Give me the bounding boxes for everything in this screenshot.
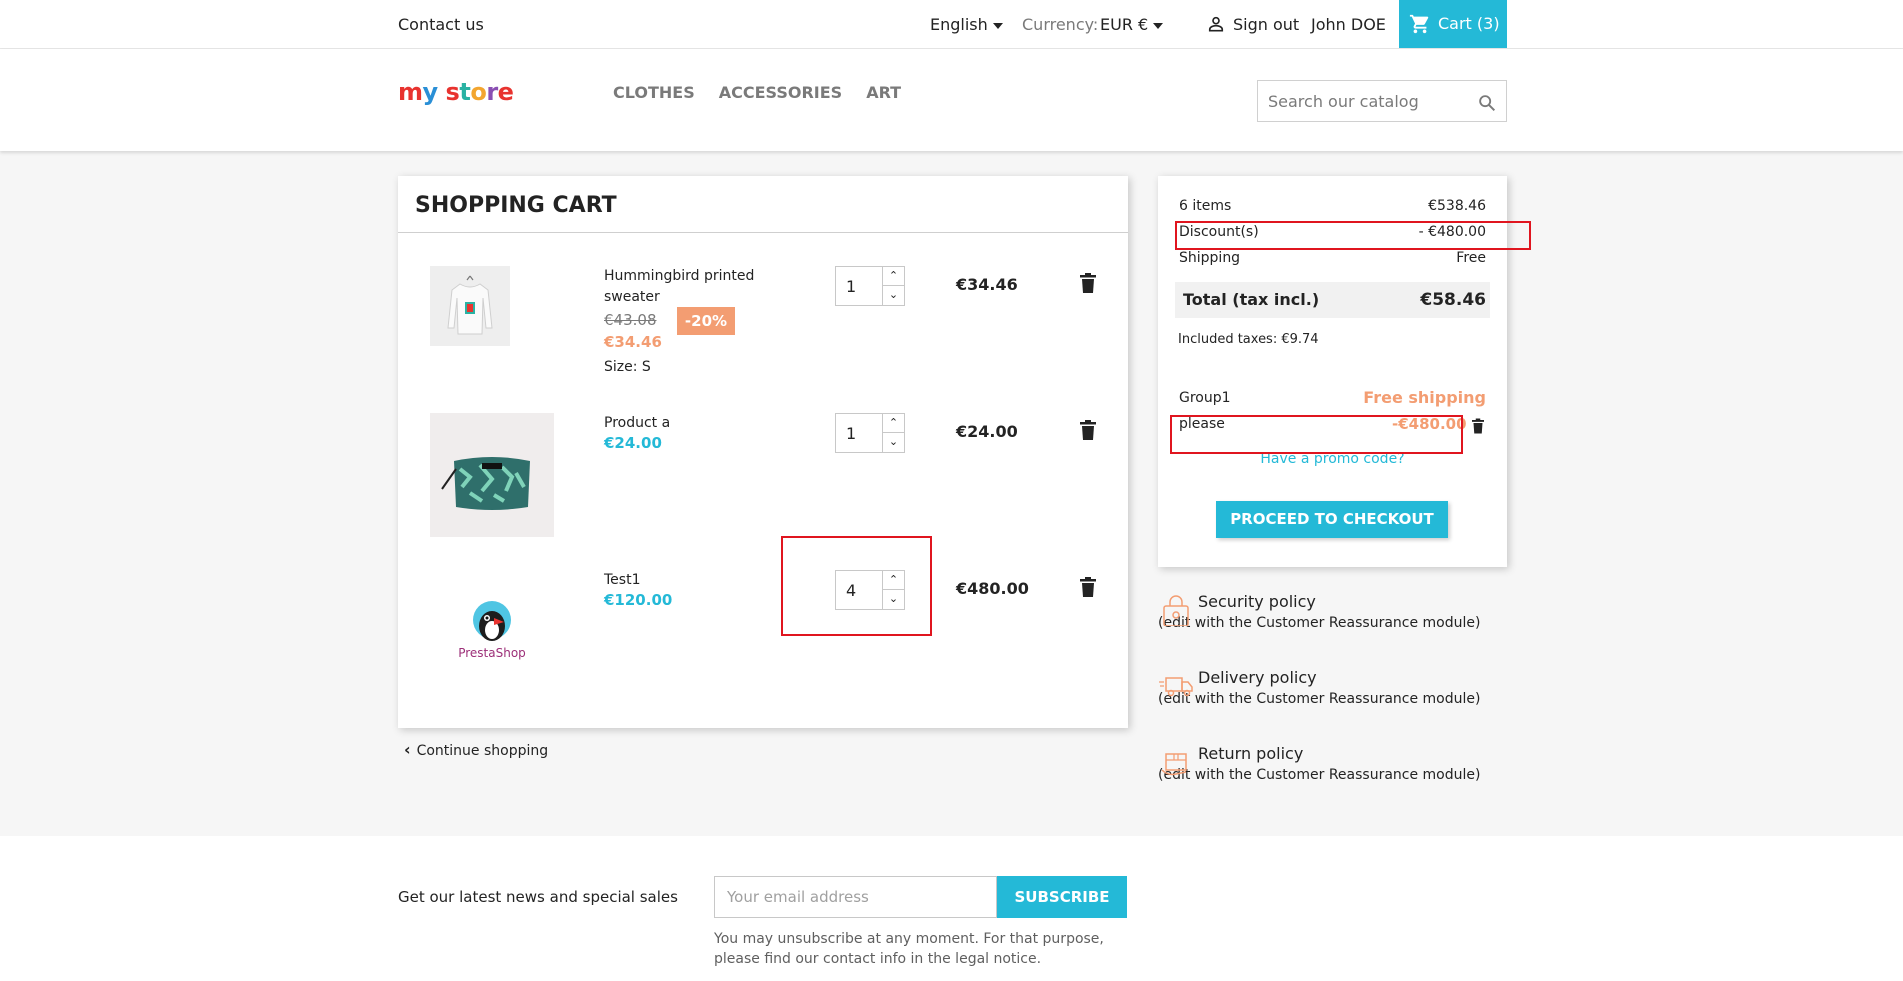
search-icon[interactable] — [1476, 92, 1498, 114]
cart-label: Cart (3) — [1438, 14, 1500, 33]
shipping-value: Free — [1456, 250, 1486, 266]
lock-icon — [1163, 595, 1189, 626]
menu-item-clothes[interactable]: Clothes — [613, 83, 695, 102]
increment-button[interactable]: ⌃ — [883, 414, 904, 433]
chevron-down-icon — [992, 22, 1003, 29]
reassurance-text: Delivery policy — [1158, 668, 1498, 689]
summary-shipping-row: Shipping Free — [1179, 250, 1486, 266]
decrement-button[interactable]: ⌄ — [883, 433, 904, 452]
quantity-highlight-box — [781, 536, 932, 636]
total-value: €58.46 — [1420, 290, 1486, 310]
proceed-to-checkout-button[interactable]: Proceed to checkout — [1216, 501, 1448, 538]
regular-price: €43.08 — [604, 311, 657, 329]
email-field[interactable] — [714, 876, 997, 918]
decrement-button[interactable]: ⌄ — [883, 286, 904, 305]
shipping-label: Shipping — [1179, 250, 1241, 266]
included-taxes: Included taxes: €9.74 — [1178, 332, 1319, 347]
quantity-value[interactable]: 1 — [846, 424, 856, 443]
language-selector[interactable]: English — [930, 15, 1003, 34]
total-row: Total (tax incl.) €58.46 — [1175, 282, 1490, 318]
chevron-left-icon: ‹ — [404, 740, 411, 759]
store-logo[interactable]: my store — [398, 78, 514, 106]
reassurance-text: Security policy — [1158, 592, 1498, 613]
continue-shopping-label: Continue shopping — [416, 743, 549, 759]
items-count: 6 items — [1179, 198, 1232, 214]
product-name[interactable]: Product a — [604, 413, 774, 434]
size-value: S — [641, 359, 651, 375]
line-total: €34.46 — [956, 275, 1018, 294]
delivery-truck-icon — [1159, 677, 1193, 697]
discount-highlight-box — [1175, 221, 1531, 250]
menu-item-accessories[interactable]: Accessories — [719, 83, 842, 102]
divider — [398, 232, 1128, 233]
reassurance-title: Return policy — [1198, 744, 1304, 763]
currency-selector[interactable]: EUR € — [1100, 15, 1164, 34]
unit-price: €24.00 — [604, 434, 662, 452]
increment-button[interactable]: ⌃ — [883, 267, 904, 286]
delete-icon[interactable] — [1080, 420, 1096, 440]
total-label: Total (tax incl.) — [1183, 290, 1320, 309]
items-subtotal: €538.46 — [1428, 198, 1486, 214]
product-attribute: Size: S — [604, 359, 651, 375]
stepper-controls: ⌃ ⌄ — [882, 414, 904, 452]
category-menu: Clothes Accessories Art — [613, 83, 901, 102]
reassurance-title: Security policy — [1198, 592, 1316, 611]
menu-item-art[interactable]: Art — [866, 83, 901, 102]
currency-label: Currency: — [1022, 15, 1099, 34]
line-total: €24.00 — [956, 422, 1018, 441]
product-name[interactable]: Test1 — [604, 570, 774, 591]
summary-items-row: 6 items €538.46 — [1179, 198, 1486, 214]
search-input[interactable] — [1268, 89, 1468, 113]
newsletter-note: You may unsubscribe at any moment. For t… — [714, 931, 1104, 967]
reassurance-block: Delivery policy (edit with the Customer … — [1158, 668, 1498, 709]
shopping-cart-icon — [1409, 14, 1429, 34]
main-navbar: my store Clothes Accessories Art — [0, 49, 1903, 151]
delete-icon[interactable] — [1080, 577, 1096, 597]
product-name[interactable]: Hummingbird printed sweater — [604, 266, 774, 308]
remove-voucher-icon[interactable] — [1472, 418, 1484, 434]
sweater-image — [447, 275, 493, 335]
quantity-stepper[interactable]: 1 ⌃ ⌄ — [835, 266, 905, 306]
newsletter-section: Get our latest news and special sales Su… — [0, 836, 1903, 981]
reassurance-block: Return policy (edit with the Customer Re… — [1158, 744, 1498, 785]
product-image[interactable] — [430, 413, 554, 537]
voucher-name: Group1 — [1179, 390, 1231, 406]
search-box — [1257, 80, 1507, 122]
continue-shopping-link[interactable]: ‹ Continue shopping — [404, 740, 548, 759]
line-total: €480.00 — [956, 579, 1029, 598]
prestashop-brand-text: PrestaShop — [458, 646, 526, 660]
reassurance-block: Security policy (edit with the Customer … — [1158, 592, 1498, 633]
voucher-highlight-box — [1170, 415, 1463, 454]
product-image[interactable]: PrestaShop — [430, 568, 554, 692]
currency-value: EUR € — [1100, 15, 1149, 34]
unit-price: €120.00 — [604, 591, 673, 609]
shopping-cart-panel: Shopping Cart Hummingbird printed sweate… — [398, 176, 1128, 728]
pouch-image — [441, 457, 530, 510]
chevron-down-icon — [1153, 22, 1164, 29]
account-name-link[interactable]: John DOE — [1311, 15, 1386, 34]
discount-badge: -20% — [677, 307, 735, 335]
subscribe-button[interactable]: Subscribe — [997, 876, 1127, 918]
stepper-controls: ⌃ ⌄ — [882, 267, 904, 305]
user-icon — [1208, 16, 1224, 32]
reassurance-text: Return policy — [1158, 744, 1498, 765]
newsletter-label: Get our latest news and special sales — [398, 888, 678, 906]
unit-price: €34.46 — [604, 333, 662, 351]
sign-out-link[interactable]: Sign out — [1233, 15, 1299, 34]
delete-icon[interactable] — [1080, 273, 1096, 293]
prestashop-logo-image — [473, 601, 511, 641]
product-image[interactable] — [430, 266, 510, 346]
cart-button[interactable]: Cart (3) — [1399, 0, 1507, 48]
size-label: Size: — [604, 359, 638, 375]
return-box-icon — [1161, 753, 1187, 776]
quantity-value[interactable]: 1 — [846, 277, 856, 296]
reassurance-title: Delivery policy — [1198, 668, 1317, 687]
top-header: Contact us English Currency: EUR € Sign … — [0, 0, 1903, 49]
language-value: English — [930, 15, 988, 34]
voucher-value: Free shipping — [1363, 388, 1486, 407]
cart-title: Shopping Cart — [415, 193, 617, 218]
quantity-stepper[interactable]: 1 ⌃ ⌄ — [835, 413, 905, 453]
contact-us-link[interactable]: Contact us — [398, 15, 484, 34]
